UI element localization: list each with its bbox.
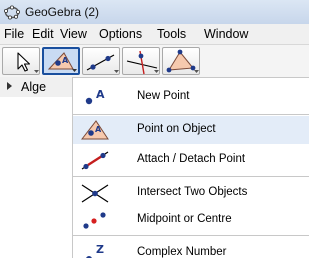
- menu-edit[interactable]: Edit: [32, 27, 54, 41]
- menu-item-label: New Point: [137, 90, 190, 102]
- menu-options[interactable]: Options: [99, 27, 142, 41]
- menu-item-complex-number[interactable]: Z Complex Number: [73, 239, 309, 258]
- window-title: GeoGebra (2): [25, 5, 100, 19]
- line-through-points-icon: [86, 54, 119, 73]
- algebra-view-header[interactable]: Alge: [0, 77, 80, 97]
- point-tools-dropdown: A New Point A Point on Object Attach / D…: [72, 77, 309, 258]
- menu-bar: File Edit View Options Tools Window: [0, 24, 309, 45]
- algebra-view-label: Alge: [21, 80, 47, 94]
- move-arrow-icon: [17, 52, 39, 73]
- attach-detach-point-icon: [81, 151, 109, 170]
- menu-separator: [73, 176, 309, 177]
- polygon-icon: [166, 49, 199, 73]
- intersect-icon: [81, 184, 109, 203]
- menu-item-label: Complex Number: [137, 246, 227, 258]
- menu-item-label: Attach / Detach Point: [137, 153, 246, 165]
- toolbar: A: [0, 45, 309, 77]
- tool-perpendicular-button[interactable]: [122, 47, 160, 75]
- tool-line-button[interactable]: [82, 47, 120, 75]
- expand-arrow-icon[interactable]: [6, 81, 14, 91]
- menu-item-label: Midpoint or Centre: [137, 213, 232, 225]
- tool-polygon-button[interactable]: [162, 47, 200, 75]
- menu-item-label: Point on Object: [137, 123, 216, 135]
- point-on-object-icon: A: [80, 120, 109, 140]
- menu-item-new-point[interactable]: A New Point: [73, 83, 309, 111]
- svg-text:A: A: [62, 56, 69, 65]
- menu-separator: [73, 235, 309, 236]
- point-on-object-icon: A: [47, 52, 77, 72]
- svg-text:Z: Z: [96, 243, 104, 256]
- menu-separator: [73, 114, 309, 115]
- new-point-icon: A: [85, 88, 105, 105]
- menu-item-point-on-object[interactable]: A Point on Object: [73, 116, 309, 144]
- menu-view[interactable]: View: [60, 27, 87, 41]
- tool-move-button[interactable]: [2, 47, 40, 75]
- complex-number-icon: Z: [86, 243, 104, 258]
- perpendicular-line-icon: [126, 50, 159, 75]
- title-bar: GeoGebra (2): [0, 0, 309, 24]
- tool-point-button[interactable]: A: [42, 47, 80, 75]
- menu-item-midpoint-or-centre[interactable]: Midpoint or Centre: [73, 206, 309, 234]
- geogebra-logo-icon: [4, 5, 20, 20]
- menu-window[interactable]: Window: [204, 27, 248, 41]
- svg-text:A: A: [95, 125, 102, 134]
- menu-item-label: Intersect Two Objects: [137, 186, 248, 198]
- midpoint-icon: [83, 212, 106, 229]
- menu-item-intersect-two-objects[interactable]: Intersect Two Objects: [73, 179, 309, 207]
- menu-file[interactable]: File: [4, 27, 24, 41]
- menu-tools[interactable]: Tools: [157, 27, 186, 41]
- menu-item-attach-detach-point[interactable]: Attach / Detach Point: [73, 146, 309, 174]
- svg-text:A: A: [96, 88, 105, 101]
